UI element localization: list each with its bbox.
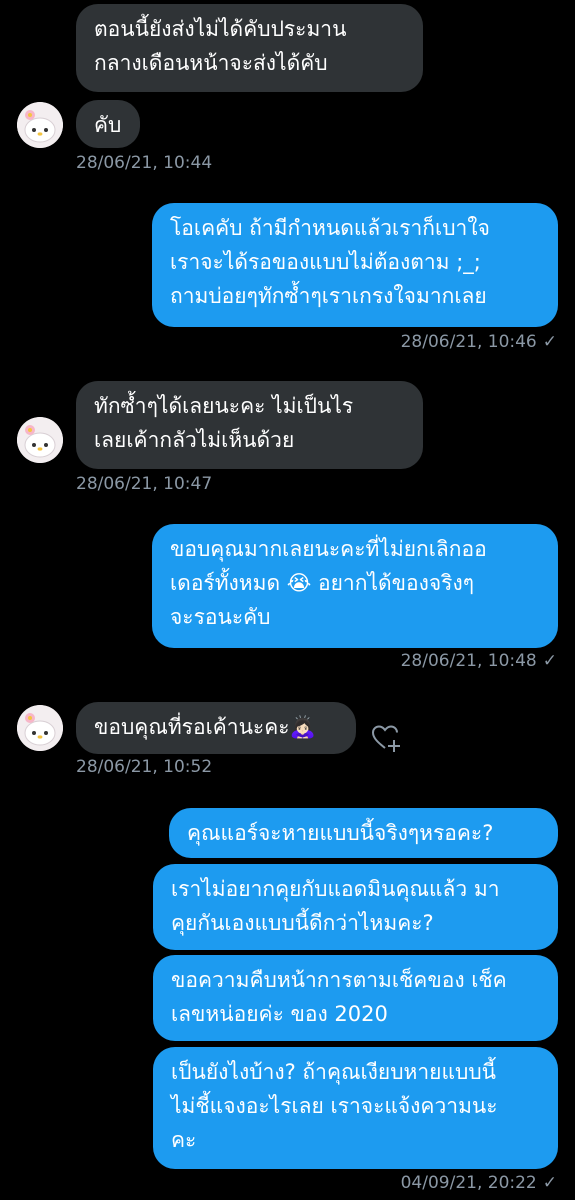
sent-check-icon: ✓ — [542, 651, 557, 671]
message-timestamp: 28/06/21, 10:52 — [76, 757, 213, 777]
contact-avatar[interactable] — [17, 102, 63, 148]
contact-avatar[interactable] — [17, 417, 63, 463]
message-timestamp: 28/06/21, 10:46 ✓ — [401, 332, 557, 352]
heart-plus-icon — [371, 725, 400, 752]
message-timestamp: 28/06/21, 10:47 — [76, 474, 213, 494]
message-bubble-outgoing[interactable]: เป็นยังไงบ้าง? ถ้าคุณเงียบหายแบบนี้ ไม่ช… — [153, 1047, 558, 1169]
timestamp-text: 28/06/21, 10:46 — [400, 332, 537, 352]
my-melody-avatar-icon — [17, 705, 63, 751]
message-bubble-outgoing[interactable]: เราไม่อยากคุยกับแอดมินคุณแล้ว มา คุยกันเ… — [153, 864, 558, 950]
message-bubble-outgoing[interactable]: ขอความคืบหน้าการตามเช็คของ เช็ค เลขหน่อย… — [153, 955, 558, 1041]
timestamp-text: 28/06/21, 10:48 — [400, 651, 537, 671]
message-bubble-incoming[interactable]: คับ — [76, 100, 140, 148]
message-bubble-outgoing[interactable]: โอเคคับ ถ้ามีกำหนดแล้วเราก็เบาใจ เราจะได… — [152, 203, 558, 327]
message-bubble-incoming[interactable]: ขอบคุณที่รอเค้านะคะ🙇🏻‍♀️ — [76, 702, 356, 754]
sent-check-icon: ✓ — [542, 1173, 557, 1193]
sent-check-icon: ✓ — [542, 332, 557, 352]
message-bubble-outgoing[interactable]: ขอบคุณมากเลยนะคะที่ไม่ยกเลิกออ เดอร์ทั้ง… — [152, 524, 558, 648]
timestamp-text: 04/09/21, 20:22 — [400, 1173, 537, 1193]
message-bubble-incoming[interactable]: ทักซ้ำๆได้เลยนะคะ ไม่เป็นไร เลยเค้ากลัวไ… — [76, 381, 423, 469]
message-timestamp: 28/06/21, 10:44 — [76, 153, 213, 173]
my-melody-avatar-icon — [17, 102, 63, 148]
message-bubble-incoming[interactable]: ตอนนี้ยังส่งไม่ได้คับประมาน กลางเดือนหน้… — [76, 4, 423, 92]
add-reaction-button[interactable] — [370, 722, 402, 754]
message-bubble-outgoing[interactable]: คุณแอร์จะหายแบบนี้จริงๆหรอคะ? — [169, 808, 558, 858]
contact-avatar[interactable] — [17, 705, 63, 751]
message-timestamp: 04/09/21, 20:22 ✓ — [401, 1173, 557, 1193]
my-melody-avatar-icon — [17, 417, 63, 463]
message-timestamp: 28/06/21, 10:48 ✓ — [401, 651, 557, 671]
